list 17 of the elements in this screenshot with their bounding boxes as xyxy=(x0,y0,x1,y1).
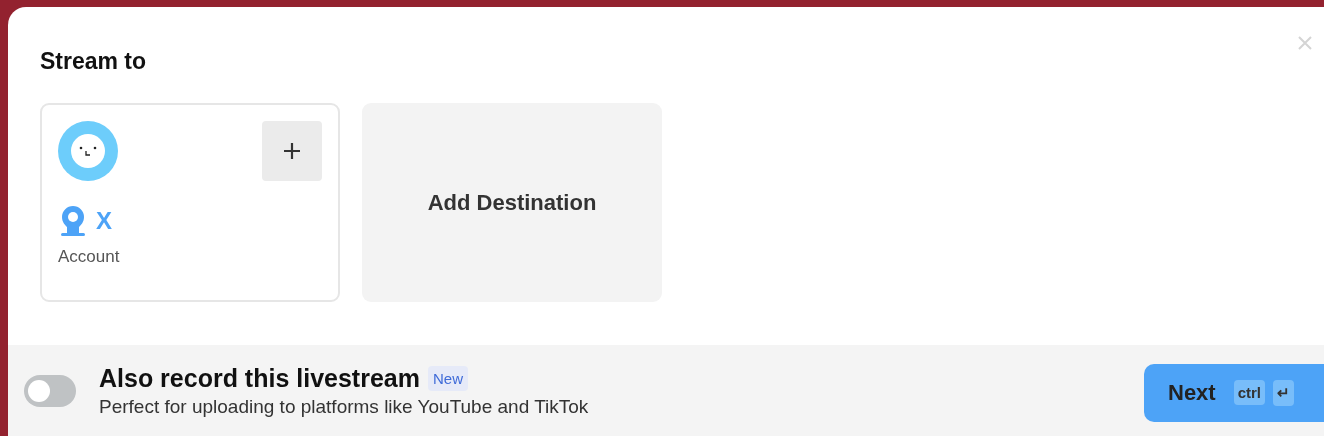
plus-icon xyxy=(283,142,301,160)
account-label: Account xyxy=(58,247,121,267)
dialog-title: Stream to xyxy=(40,47,148,75)
next-button[interactable]: Next ctrl ↵ xyxy=(1144,363,1324,422)
platform-name: X xyxy=(96,207,112,235)
add-account-button[interactable] xyxy=(262,121,322,181)
account-card[interactable]: X Account xyxy=(40,103,340,302)
avatar-icon xyxy=(58,121,118,181)
record-description: Perfect for uploading to platforms like YouTube and TikTok xyxy=(99,395,590,418)
new-badge: New xyxy=(427,365,468,391)
add-destination-button[interactable]: Add Destination xyxy=(362,103,662,302)
pin-icon xyxy=(60,205,86,237)
record-toggle[interactable] xyxy=(24,374,76,407)
close-icon[interactable] xyxy=(1298,36,1312,50)
record-title: Also record this livestream xyxy=(99,363,420,393)
shortcut-key: ctrl xyxy=(1233,380,1266,405)
shortcut-key: ↵ xyxy=(1273,379,1295,406)
